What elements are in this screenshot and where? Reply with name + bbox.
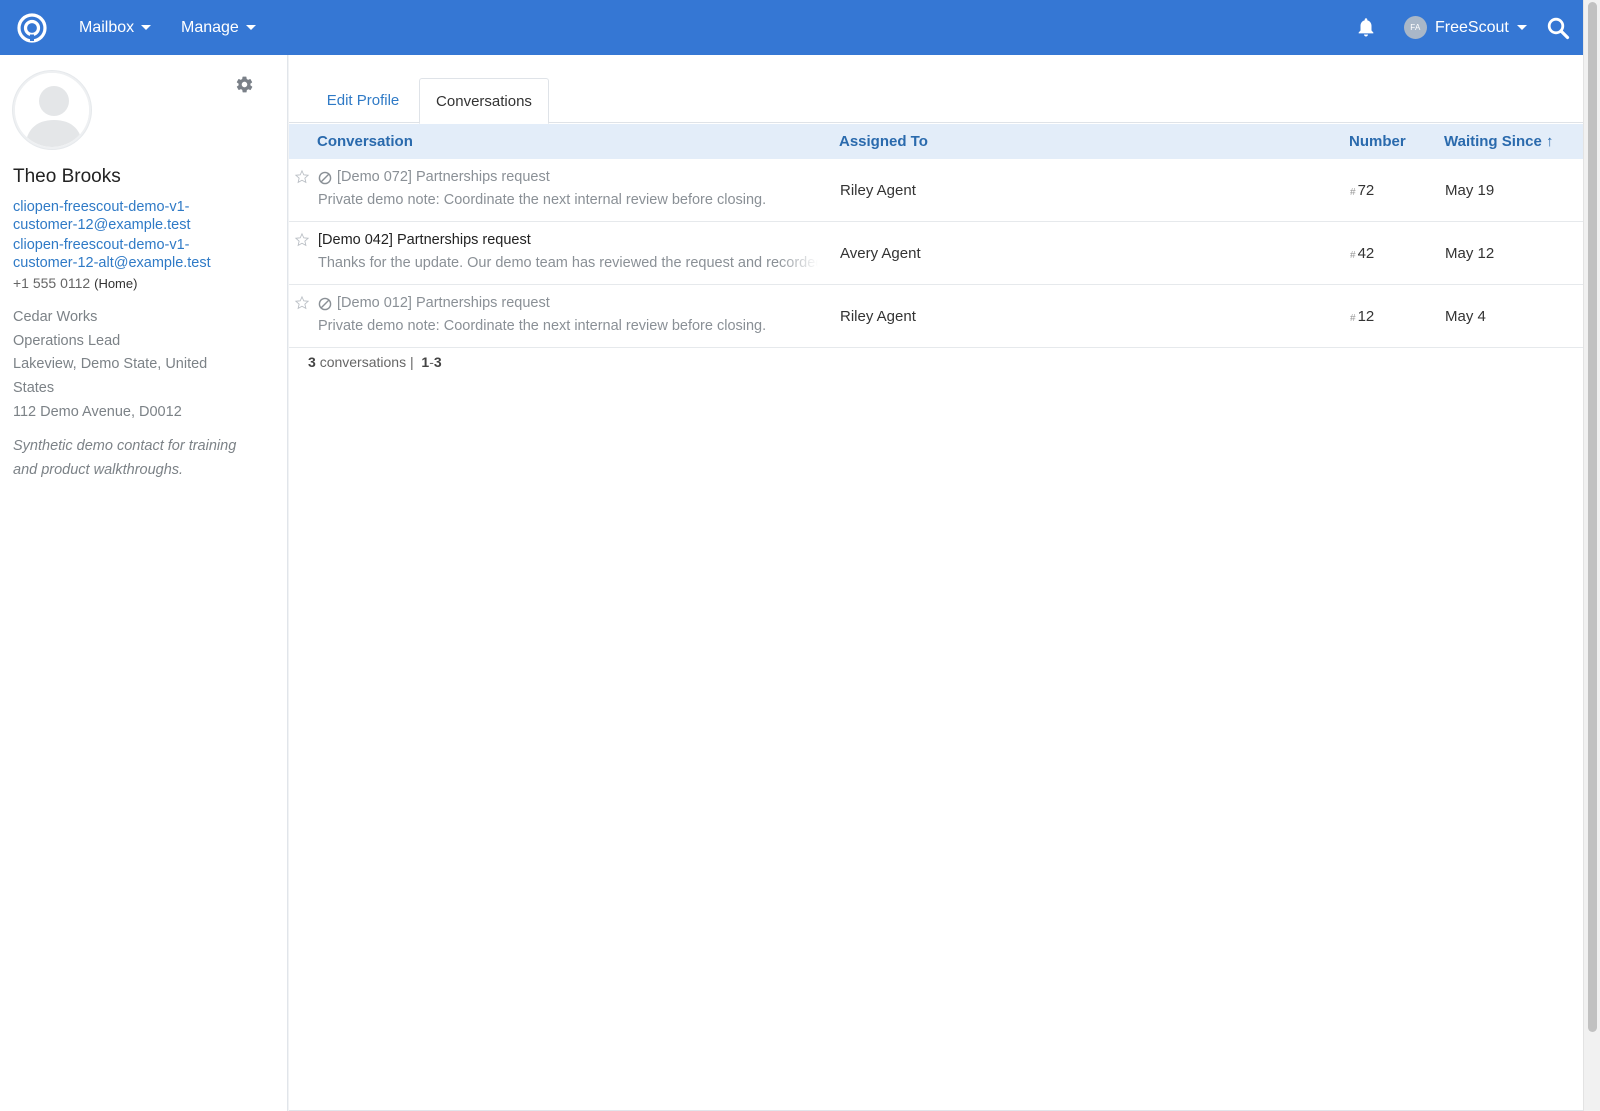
conversation-subject: [Demo 012] Partnerships request [337,295,550,311]
pagination-summary: 3 conversations | 1-3 [308,354,442,370]
page-range-end: 3 [433,354,442,370]
star-outline-icon[interactable] [294,295,310,311]
customer-sidebar: Theo Brooks cliopen-freescout-demo-v1- c… [0,55,288,1111]
nav-manage-menu[interactable]: Manage [181,0,256,55]
hash-symbol: # [1350,249,1356,261]
conversation-number: # 12 [1350,285,1374,348]
conversation-number-value: 72 [1357,182,1375,199]
column-header-number[interactable]: Number [1349,124,1406,159]
email-line: cliopen-freescout-demo-v1- [13,199,190,215]
phone-number: +1 555 0112 [13,275,91,291]
nav-manage-label: Manage [181,18,239,36]
conversation-waiting-since: May 4 [1445,308,1486,325]
customer-address: Lakeview, Demo State, United States [13,356,208,396]
pager-separator: | [409,354,414,370]
conversation-assignee: Riley Agent [840,182,916,199]
hash-symbol: # [1350,312,1356,324]
column-header-assigned-to[interactable]: Assigned To [839,124,928,159]
chevron-down-icon [245,25,256,30]
main-content: Edit Profile Conversations Conversation … [289,55,1583,1111]
person-placeholder-icon [15,73,89,147]
avatar: FA [1404,16,1427,39]
conversation-preview: Thanks for the update. Our demo team has… [318,255,818,271]
conversation-waiting-since: May 19 [1445,182,1495,199]
scrollbar-thumb[interactable] [1588,2,1597,1032]
conversation-waiting-since: May 12 [1445,245,1495,262]
no-entry-icon [318,171,332,185]
gear-icon[interactable] [235,75,254,94]
conversation-subject: [Demo 072] Partnerships request [337,169,550,185]
star-outline-icon[interactable] [294,232,310,248]
customer-job-title: Operations Lead [13,333,121,349]
customer-notes: Synthetic demo contact for training and … [13,438,237,478]
email-line: customer-12@example.test [13,216,191,233]
conversation-subject: [Demo 042] Partnerships request [318,232,531,248]
customer-email-secondary[interactable]: cliopen-freescout-demo-v1- customer-12-a… [13,237,211,272]
hash-symbol: # [1350,186,1356,198]
conversations-table-header: Conversation Assigned To Number Waiting … [289,124,1583,159]
bell-icon[interactable] [1355,16,1377,38]
nav-mailbox-menu[interactable]: Mailbox [79,0,152,55]
tab-conversations[interactable]: Conversations [419,78,549,124]
conversation-number: # 42 [1350,222,1374,285]
column-header-waiting-since[interactable]: Waiting Since ↑ [1444,124,1553,159]
conversation-preview: Private demo note: Coordinate the next i… [318,192,767,208]
tab-edit-profile[interactable]: Edit Profile [313,78,413,123]
conversation-assignee: Avery Agent [840,245,921,262]
customer-street: 112 Demo Avenue, D0012 [13,404,182,420]
conversation-count-label: conversations [319,354,407,370]
nav-mailbox-label: Mailbox [79,18,135,36]
email-line: cliopen-freescout-demo-v1- [13,237,190,253]
conversation-number: # 72 [1350,159,1374,222]
column-header-conversation[interactable]: Conversation [317,124,413,159]
preview-fade [778,252,818,274]
star-outline-icon[interactable] [294,169,310,185]
email-line: customer-12-alt@example.test [13,254,211,271]
chevron-down-icon [141,25,152,30]
profile-tabs: Edit Profile Conversations [289,78,1583,124]
table-row[interactable]: [Demo 072] Partnerships request Private … [289,159,1583,222]
conversation-number-value: 42 [1357,245,1375,262]
page-scrollbar[interactable] [1583,0,1600,1111]
table-row[interactable]: [Demo 042] Partnerships request Thanks f… [289,222,1583,285]
phone-type: (Home) [94,276,138,291]
conversation-preview: Private demo note: Coordinate the next i… [318,318,767,334]
customer-name: Theo Brooks [13,166,121,187]
customer-company: Cedar Works [13,309,98,325]
customer-phone: +1 555 0112 (Home) [13,275,137,291]
conversation-count: 3 [308,354,316,370]
conversation-number-value: 12 [1357,308,1375,325]
customer-avatar [13,71,91,149]
table-row[interactable]: [Demo 012] Partnerships request Private … [289,285,1583,348]
user-menu[interactable]: FA FreeScout [1404,0,1527,55]
user-name: FreeScout [1435,18,1509,36]
conversation-assignee: Riley Agent [840,308,916,325]
customer-email-primary[interactable]: cliopen-freescout-demo-v1- customer-12@e… [13,199,191,234]
freescout-logo-icon[interactable] [16,12,48,44]
top-navbar: Mailbox Manage FA FreeScout [0,0,1583,55]
chevron-down-icon [1516,25,1527,30]
search-icon[interactable] [1546,16,1570,40]
no-entry-icon [318,297,332,311]
